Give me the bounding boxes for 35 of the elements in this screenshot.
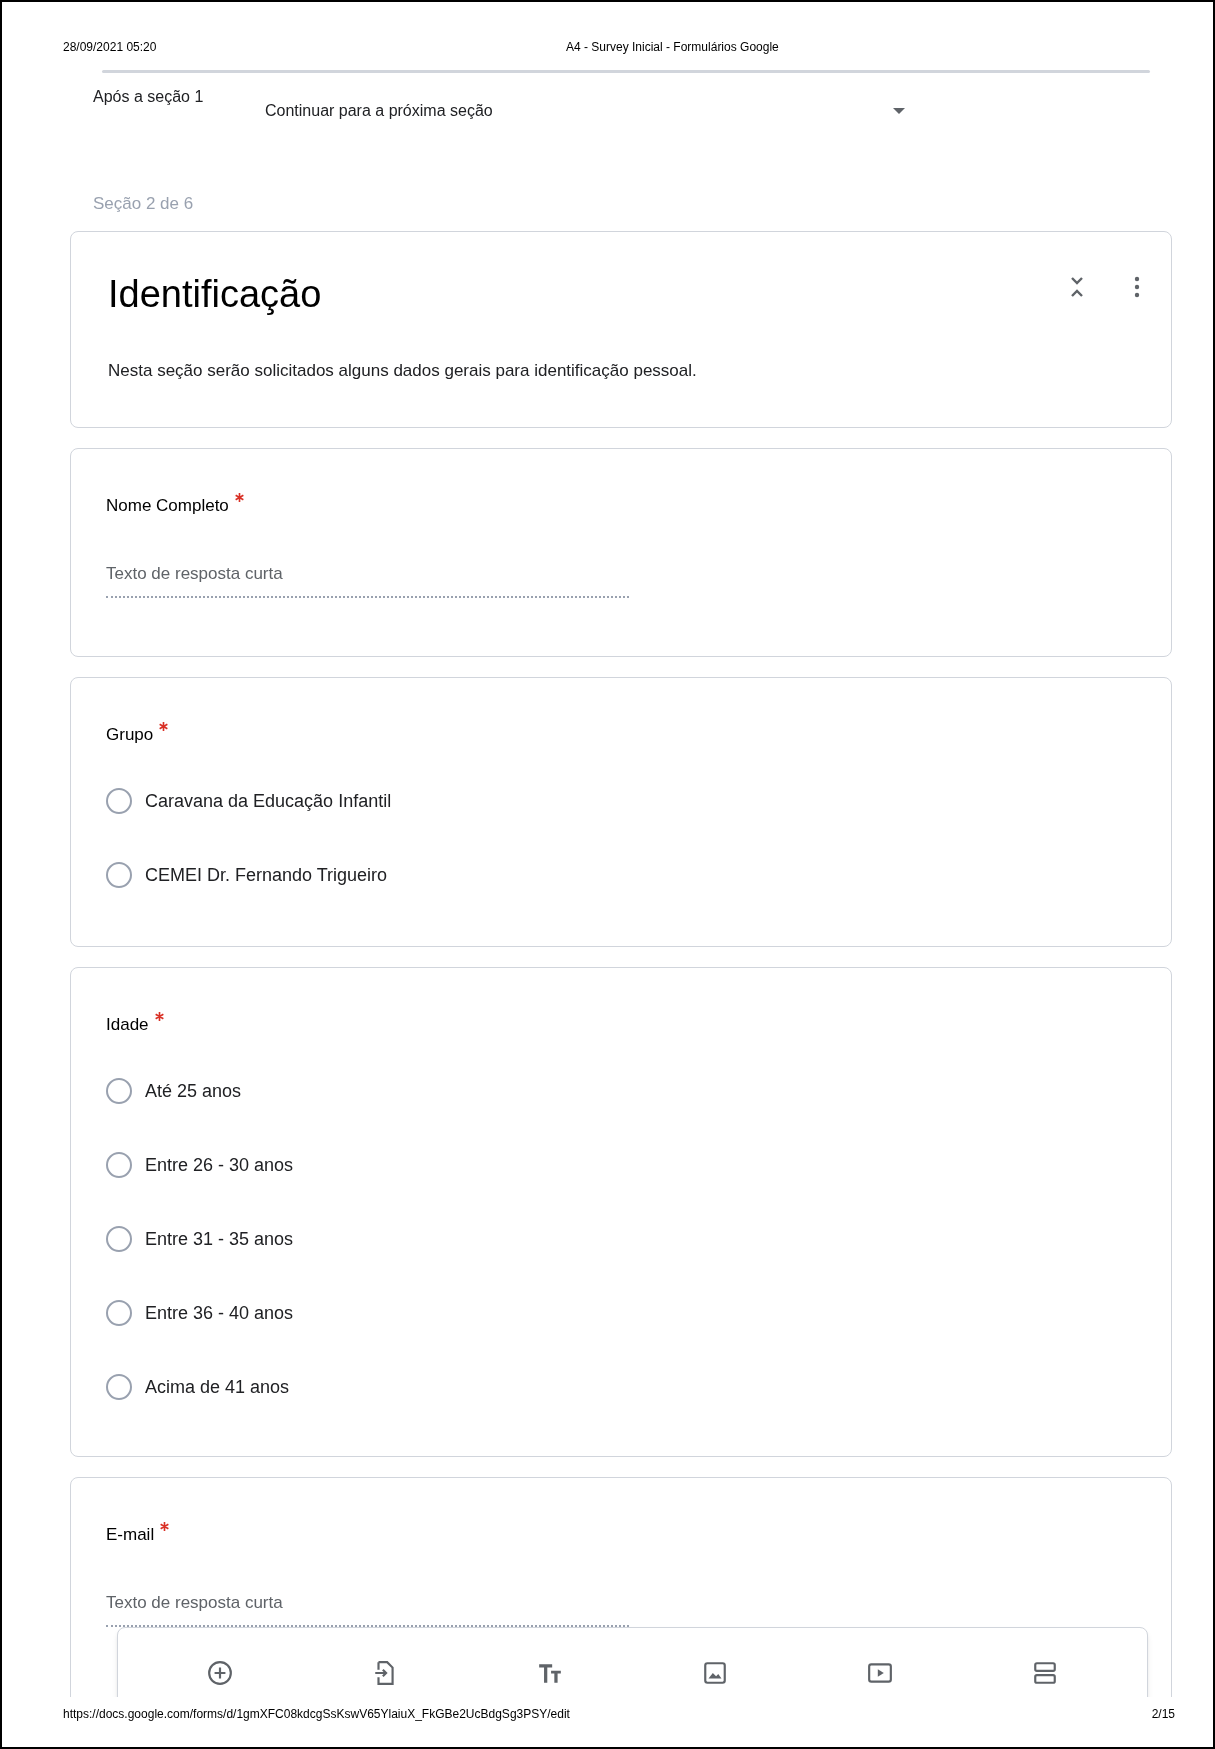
page-title: A4 - Survey Inicial - Formulários Google xyxy=(566,39,779,56)
question-title[interactable]: Grupo xyxy=(106,721,154,748)
radio-button[interactable] xyxy=(106,1078,132,1104)
section-title[interactable]: Identificação xyxy=(108,269,322,318)
radio-button[interactable] xyxy=(106,1152,132,1178)
option-label[interactable]: Entre 31 - 35 anos xyxy=(145,1225,294,1253)
more-options-icon[interactable] xyxy=(1134,275,1140,298)
option-label[interactable]: Até 25 anos xyxy=(145,1077,242,1105)
option-label[interactable]: Caravana da Educação Infantil xyxy=(145,787,392,815)
radio-button[interactable] xyxy=(106,1226,132,1252)
page-url: https://docs.google.com/forms/d/1gmXFC08kdcgSsKswV65YlaiuX_FkGBe2UcBdgSg3PSY/edit xyxy=(63,1706,570,1723)
after-section-label: Após a seção 1 xyxy=(93,87,205,107)
video-icon[interactable] xyxy=(866,1660,893,1686)
section-navigation-dropdown[interactable]: Continuar para a próxima seção xyxy=(265,99,905,123)
question-title[interactable]: E-mail xyxy=(106,1521,155,1548)
radio-button[interactable] xyxy=(106,788,132,814)
question-title[interactable]: Idade xyxy=(106,1011,149,1038)
image-icon[interactable] xyxy=(701,1660,728,1686)
add-circle-icon[interactable] xyxy=(207,1660,234,1686)
dropdown-caret-icon xyxy=(893,108,905,114)
section-counter: Seção 2 de 6 xyxy=(93,194,194,213)
question-title[interactable]: Nome Completo xyxy=(106,492,229,519)
short-answer-field: Texto de resposta curta xyxy=(106,560,629,598)
page-number: 2/15 xyxy=(1151,1706,1175,1723)
radio-button[interactable] xyxy=(106,1374,132,1400)
section-description[interactable]: Nesta seção serão solicitados alguns dados gerais para identificação pessoal. xyxy=(108,360,697,380)
print-date: 28/09/2021 05:20 xyxy=(63,40,157,54)
radio-button[interactable] xyxy=(106,1300,132,1326)
option-label[interactable]: CEMEI Dr. Fernando Trigueiro xyxy=(145,861,388,889)
radio-button[interactable] xyxy=(106,862,132,888)
section-icon[interactable] xyxy=(1031,1660,1058,1686)
option-label[interactable]: Entre 26 - 30 anos xyxy=(145,1151,294,1179)
option-label[interactable]: Entre 36 - 40 anos xyxy=(145,1299,294,1327)
option-label[interactable]: Acima de 41 anos xyxy=(145,1373,290,1401)
collapse-icon[interactable] xyxy=(1070,275,1084,298)
